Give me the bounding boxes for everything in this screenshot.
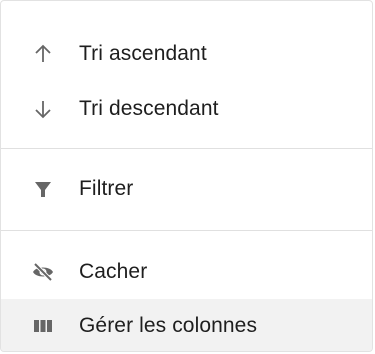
menu-item-label: Gérer les colonnes [79,314,258,337]
arrow-down-icon [28,94,58,124]
menu-divider [1,230,372,231]
menu-item-manage-columns[interactable]: Gérer les colonnes [1,299,372,351]
menu-item-label: Tri ascendant [79,42,207,65]
menu-item-label: Cacher [79,260,148,283]
menu-item-hide[interactable]: Cacher [1,246,372,298]
menu-item-sort-ascending[interactable]: Tri ascendant [1,28,372,80]
columns-icon [28,311,58,341]
filter-icon [28,174,58,204]
menu-item-filter[interactable]: Filtrer [1,163,372,215]
arrow-up-icon [28,39,58,69]
menu-item-sort-descending[interactable]: Tri descendant [1,83,372,135]
menu-item-label: Filtrer [79,177,134,200]
column-menu: Tri ascendant Tri descendant Filtrer Cac… [0,0,373,352]
menu-item-label: Tri descendant [79,97,219,120]
eye-slash-icon [28,257,58,287]
menu-divider [1,148,372,149]
